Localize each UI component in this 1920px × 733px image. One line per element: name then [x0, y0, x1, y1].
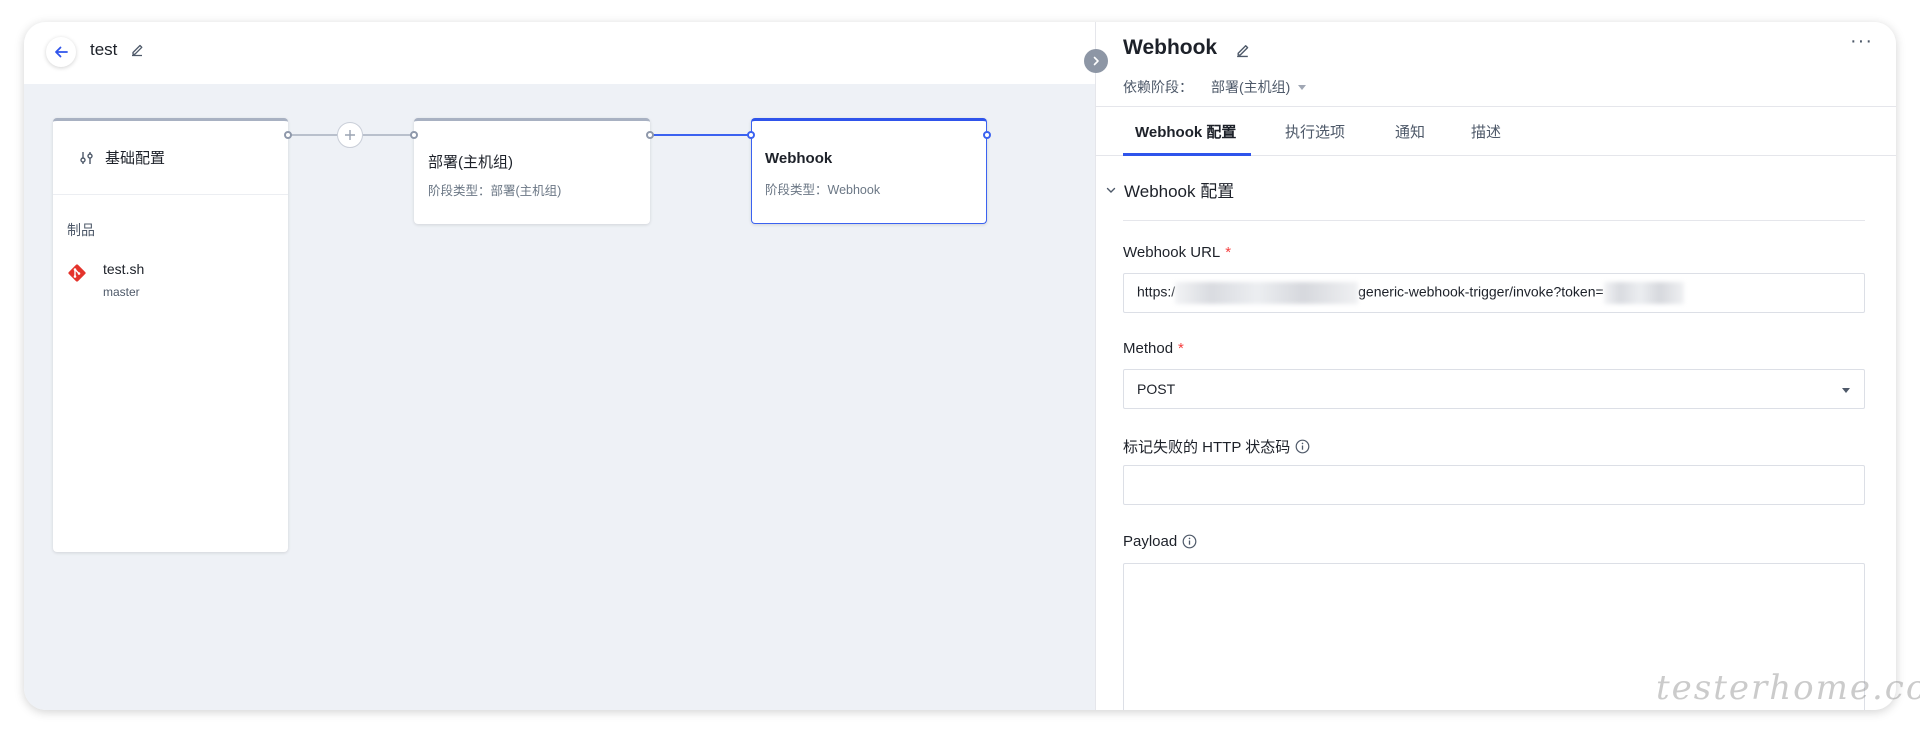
chevron-right-icon [1093, 56, 1099, 66]
fail-codes-label: 标记失败的 HTTP 状态码 [1123, 436, 1310, 457]
pipeline-canvas: test 基础配置 制品 test.sh master 部署(主机组) 阶段类型… [24, 22, 1095, 710]
stage-base-title: 基础配置 [105, 150, 166, 167]
payload-label: Payload [1123, 533, 1197, 550]
dependency-row: 依赖阶段： 部署(主机组) [1123, 77, 1307, 97]
artifact-name: test.sh [103, 261, 145, 277]
method-label: Method * [1123, 340, 1184, 357]
stage-webhook-title: Webhook [765, 150, 833, 167]
connector-line [363, 134, 414, 136]
stage-base-config[interactable]: 基础配置 制品 test.sh master [53, 118, 288, 552]
stage-detail-panel: Webhook ··· 依赖阶段： 部署(主机组) Webhook 配置 执行选… [1095, 22, 1896, 710]
connection-dot[interactable] [646, 131, 654, 139]
info-icon[interactable] [1295, 439, 1310, 454]
stage-webhook[interactable]: Webhook 阶段类型：Webhook [751, 118, 987, 224]
tab-execution-options[interactable]: 执行选项 [1285, 121, 1345, 142]
connector-line [288, 134, 337, 136]
edit-name-icon[interactable] [130, 42, 145, 57]
webhook-url-value: https:/ generic-webhook-trigger/invoke?to… [1137, 282, 1684, 304]
connection-dot[interactable] [410, 131, 418, 139]
connection-dot[interactable] [983, 131, 991, 139]
tab-notification[interactable]: 通知 [1395, 121, 1425, 142]
watermark: testerhome.com [1656, 668, 1920, 708]
tab-description[interactable]: 描述 [1471, 121, 1501, 142]
fail-codes-label-text: 标记失败的 HTTP 状态码 [1123, 439, 1291, 456]
caret-down-icon [1842, 388, 1850, 393]
add-stage-button[interactable] [337, 122, 363, 148]
panel-tabs: Webhook 配置 执行选项 通知 描述 [1096, 106, 1896, 156]
plus-icon [345, 130, 355, 140]
panel-title: Webhook [1123, 36, 1218, 59]
app-window: test 基础配置 制品 test.sh master 部署(主机组) 阶段类型… [24, 22, 1896, 710]
required-mark: * [1178, 340, 1184, 357]
stage-webhook-type: 阶段类型：Webhook [765, 183, 881, 197]
pipeline-header: test [24, 22, 1095, 84]
chevron-down-icon [1106, 187, 1116, 193]
method-label-text: Method [1123, 340, 1174, 357]
url-prefix: https:/ [1137, 283, 1176, 300]
collapse-panel-button[interactable] [1084, 49, 1108, 73]
connector-line-active [650, 134, 751, 136]
fail-codes-input[interactable] [1123, 465, 1865, 505]
webhook-url-label: Webhook URL * [1123, 244, 1231, 261]
dependency-value: 部署(主机组) [1211, 79, 1291, 95]
required-mark: * [1225, 244, 1232, 261]
caret-down-icon [1298, 84, 1307, 90]
pipeline-name: test [90, 40, 118, 59]
connection-dot[interactable] [747, 131, 755, 139]
stage-base-header: 基础配置 [53, 121, 288, 195]
redacted-token [1603, 282, 1684, 304]
redacted-host [1175, 282, 1359, 304]
stage-deploy[interactable]: 部署(主机组) 阶段类型：部署(主机组) [414, 118, 650, 224]
more-menu-button[interactable]: ··· [1850, 30, 1873, 53]
section-title: Webhook 配置 [1124, 182, 1235, 201]
url-path: generic-webhook-trigger/invoke?token= [1358, 283, 1604, 300]
edit-stage-name-icon[interactable] [1235, 42, 1251, 58]
active-tab-indicator [1123, 153, 1251, 156]
payload-label-text: Payload [1123, 533, 1178, 550]
stage-deploy-type: 阶段类型：部署(主机组) [428, 184, 562, 198]
artifact-branch: master [103, 285, 140, 299]
method-value: POST [1137, 381, 1176, 397]
tab-webhook-config[interactable]: Webhook 配置 [1135, 121, 1236, 142]
dependency-select[interactable]: 部署(主机组) [1211, 77, 1307, 97]
webhook-url-label-text: Webhook URL [1123, 244, 1221, 261]
arrow-left-icon [55, 46, 68, 58]
sliders-icon [80, 151, 93, 164]
connection-dot[interactable] [284, 131, 292, 139]
webhook-url-input[interactable]: https:/ generic-webhook-trigger/invoke?to… [1123, 273, 1865, 313]
git-icon [68, 264, 86, 282]
stage-deploy-title: 部署(主机组) [428, 154, 513, 171]
back-button[interactable] [46, 37, 76, 67]
section-divider [1123, 220, 1865, 221]
method-select[interactable]: POST [1123, 369, 1865, 409]
artifacts-label: 制品 [67, 222, 95, 238]
info-icon[interactable] [1182, 534, 1197, 549]
dependency-label: 依赖阶段： [1123, 79, 1193, 95]
section-webhook-config-header[interactable]: Webhook 配置 [1106, 177, 1234, 202]
artifact-item[interactable]: test.sh master [67, 261, 144, 299]
